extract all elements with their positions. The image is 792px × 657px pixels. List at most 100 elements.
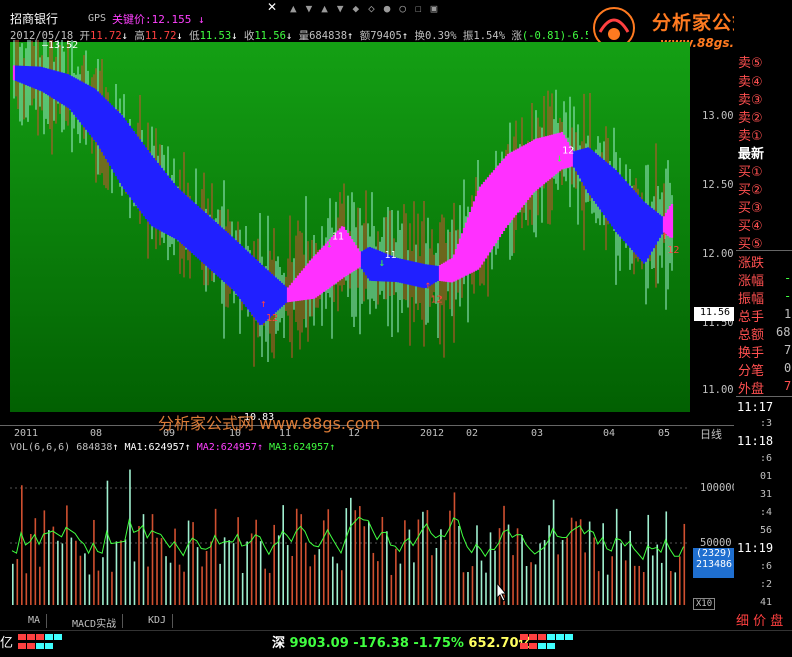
volume-bar [683,523,686,605]
stat-total-volume: 总手 [738,310,765,325]
tab-kdj[interactable]: KDJ [142,614,174,628]
volume-bar [435,548,438,605]
volume-bar [336,563,339,605]
volume-bar [313,554,316,605]
volume-bar [651,555,654,605]
volume-bar [368,521,370,605]
buy-level-3: 买③ [738,201,763,216]
volume-bar [642,572,645,605]
max-price-label: —13.52 [42,40,79,51]
volume-bar [286,545,289,605]
volume-bar [201,566,203,605]
volume-bar [390,574,393,605]
sell-level-4: 卖④ [738,75,763,90]
volume-bar [282,505,284,605]
volume-chart[interactable] [0,455,734,613]
volume-bar [597,571,600,605]
date-tick: 2011 [14,428,39,439]
volume-bar [273,524,275,605]
current-price-tag: 11.56 [694,307,736,321]
tab-ma[interactable]: MA [22,614,48,628]
sell-level-3: 卖③ [738,93,763,108]
stat-total-amount: 总额 [738,328,765,343]
date-tick: 08 [90,428,103,439]
volume-bar [620,543,622,605]
close-icon[interactable]: ✕ [267,0,277,14]
buy-level-2: 买② [738,183,763,198]
volume-bar [12,563,14,605]
volume-bar [16,559,19,605]
stat-value: 68 [776,325,791,339]
volume-bar [660,562,663,605]
volume-bar [196,547,199,605]
volume-bar [268,572,271,605]
key-price-label: 关键价:12.155 ↓ [112,13,205,26]
volume-bar [359,506,361,605]
volume-bar [561,540,564,605]
volume-bar [530,562,532,605]
volume-bar [124,539,127,605]
volume-bar [66,505,68,605]
volume-bar [363,526,366,605]
scale-badge[interactable]: X10 [693,598,715,610]
indicator-name[interactable]: GPS [88,13,106,24]
volume-bar [489,532,492,605]
period-selector[interactable]: 日线 [700,426,722,442]
volume-bar [647,514,650,605]
volume-bar [606,574,609,605]
volume-bar [377,561,379,605]
volume-bar [340,570,343,605]
volume-bar [277,535,280,605]
stock-name: 招商银行 [10,12,59,26]
volume-bar [133,561,136,605]
sell-level-2: 卖② [738,111,763,126]
volume-bar [34,518,37,605]
tick-volume: 41 [760,597,773,608]
volume-bar [431,555,433,605]
tick-volume: :2 [760,579,773,590]
volume-bar [521,534,523,605]
volume-bar [624,560,627,605]
volume-bar [129,469,131,605]
volume-bar [52,526,55,605]
volume-bar [264,568,266,605]
toolbar-icons[interactable]: ▲▼▲▼◆◇●○☐▣ [290,2,446,15]
volume-bar [223,537,226,605]
volume-bar [75,540,77,605]
volume-bar [602,523,604,605]
volume-bar [169,562,172,605]
tick-time: 11:19 [737,541,774,555]
volume-bar [615,508,618,605]
price-chart[interactable]: ↑12↓11↓11↑12↓12↑12 [0,40,734,440]
stat-value: - [784,271,792,285]
stat-value: 7 [784,343,792,357]
index-info: 深 9903.09 -176.38 -1.75% 652.70亿 [272,636,532,651]
volume-bar [557,554,559,605]
signal-arrow: ↑ [425,278,432,291]
volume-bar [30,533,32,605]
volume-bar [156,537,158,605]
volume-bar [48,530,50,605]
volume-bar [579,519,582,605]
volume-bar [214,508,217,605]
signal-label: 12 [667,245,679,256]
volume-bar [39,566,41,605]
volume-bar [331,556,334,605]
volume-bar [259,541,262,605]
volume-bar [633,565,636,605]
volume-bar [399,563,402,605]
volume-bar [480,560,483,605]
volume-bar [534,564,537,605]
volume-bar [138,526,140,605]
volume-bar [611,556,613,605]
tab-macd[interactable]: MACD实战 [66,614,124,630]
signal-arrow: ↑ [260,297,267,310]
stat-change-pct: 涨幅 [738,274,765,289]
volume-bar [93,519,95,605]
watermark: 分析家公式网 www.88gs.com [158,414,381,433]
divider [736,396,792,397]
volume-bar [584,552,586,605]
volume-header: VOL(6,6,6) 684838↑ MA1:624957↑ MA2:62495… [10,442,336,453]
indicator-tabs: MA MACD实战 KDJ [0,614,300,630]
volume-bar [372,552,375,605]
